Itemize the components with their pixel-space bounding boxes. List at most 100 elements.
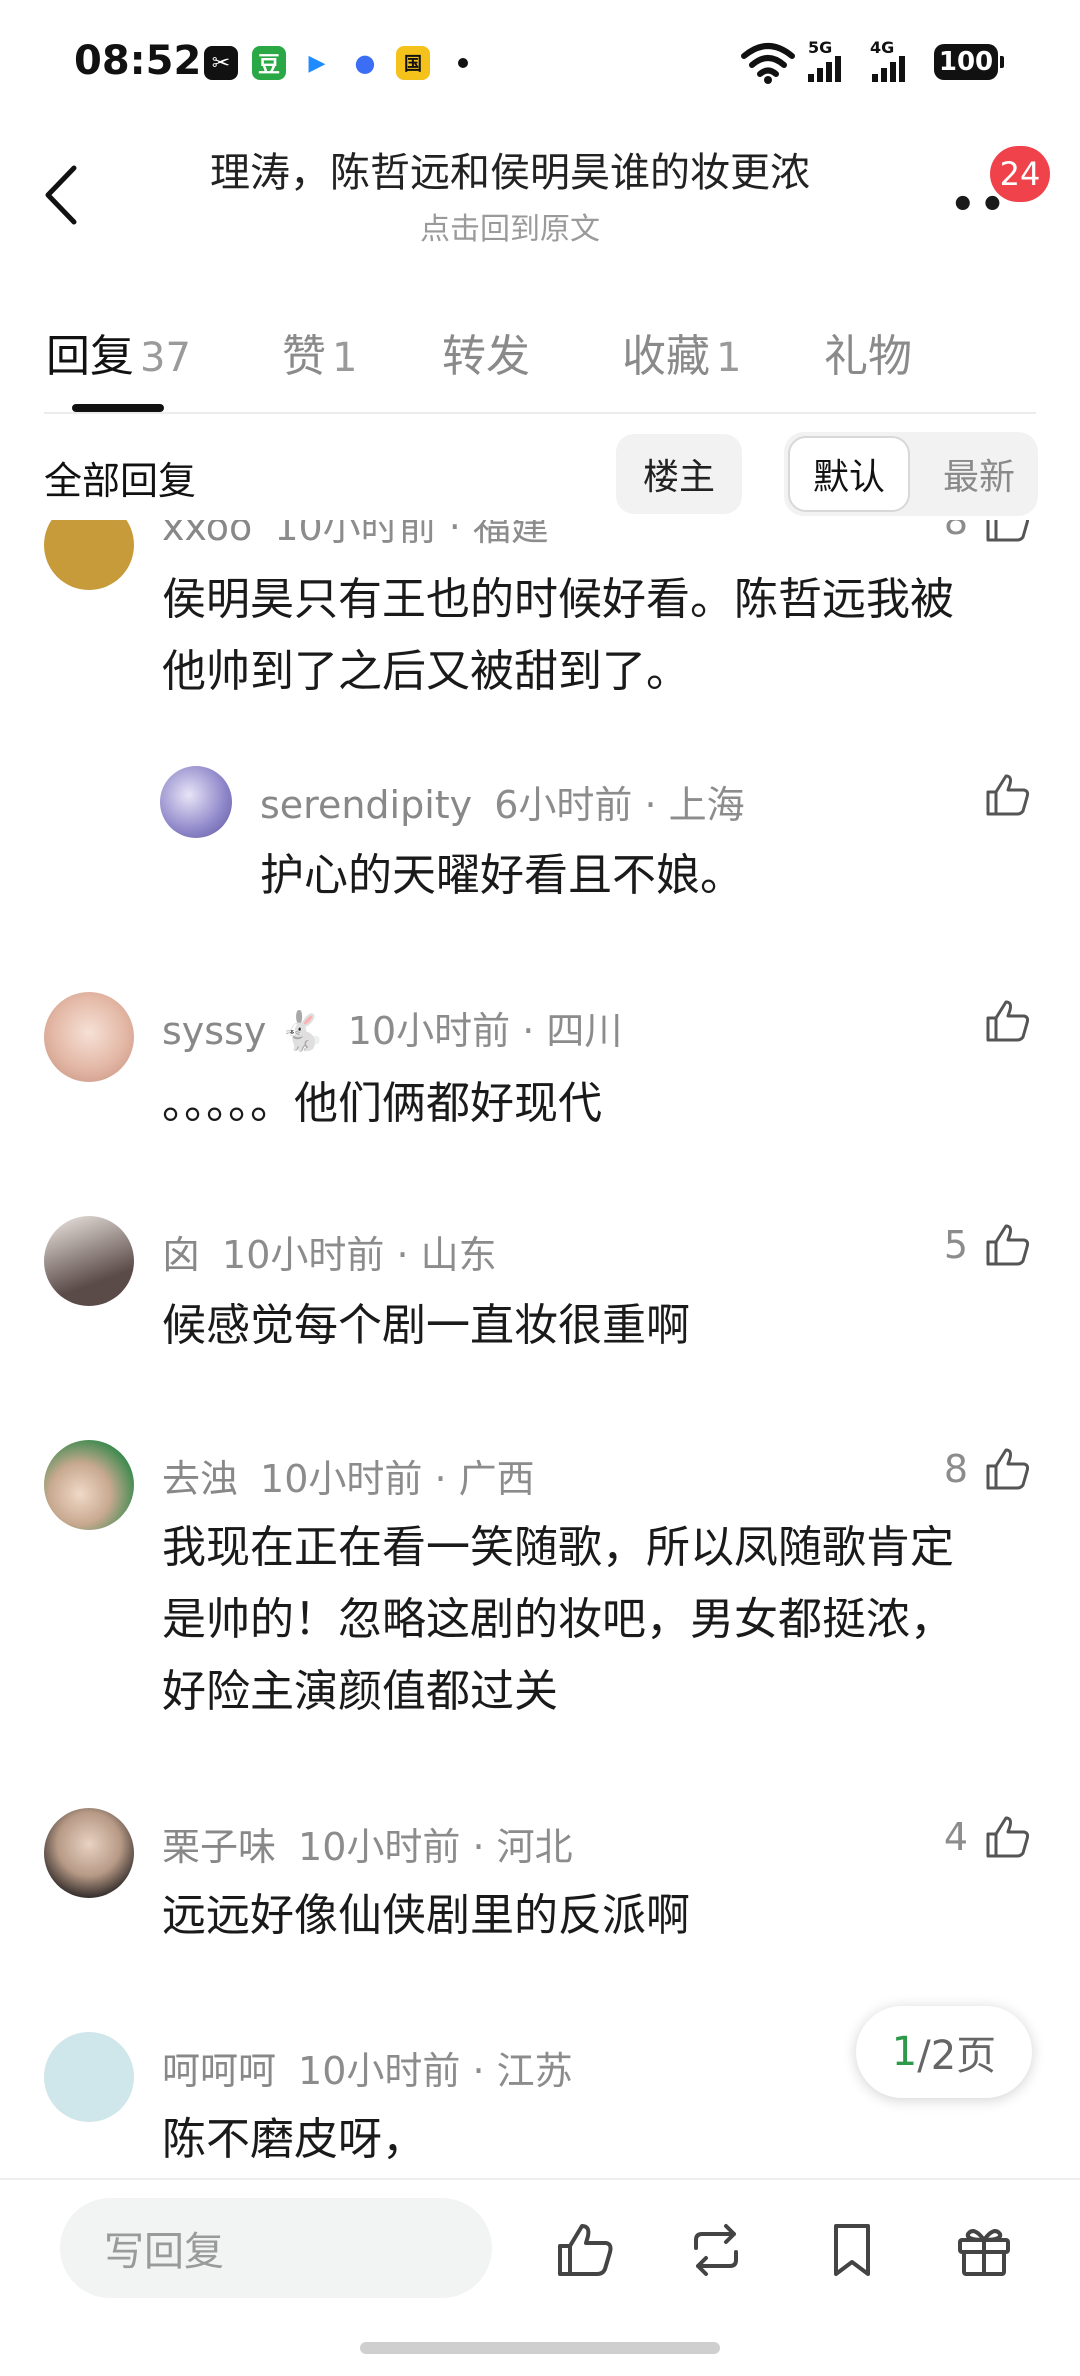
comment-text: 我现在正在看一笑随歌，所以凤随歌肯定 是帅的！忽略这剧的妆吧，男女都挺浓， 好险… xyxy=(162,1512,1042,1728)
thumbs-up-icon[interactable] xyxy=(982,996,1032,1046)
tab-favorites[interactable]: 收藏 1 xyxy=(622,320,741,384)
repost-icon[interactable] xyxy=(684,2218,748,2282)
comment-text: 远远好像仙侠剧里的反派啊 xyxy=(162,1880,1042,1952)
comment-line: 候感觉每个剧一直妆很重啊 xyxy=(162,1300,690,1351)
like-control[interactable]: 8 xyxy=(944,1444,1032,1494)
comment-list[interactable]: xxoo 10小时前 · 福建 8 侯明昊只有王也的时候好看。陈哲远我被 他帅到了… xyxy=(0,520,1080,2180)
comment-time: 10小时前 xyxy=(260,1457,423,1501)
comment-line: 我现在正在看一笑随歌，所以凤随歌肯定 xyxy=(162,1522,954,1573)
comment-location: 福建 xyxy=(472,520,549,549)
like-count: 4 xyxy=(943,1815,968,1859)
comment-location: 广西 xyxy=(458,1457,535,1501)
like-control[interactable]: 8 xyxy=(944,520,1032,546)
avatar[interactable] xyxy=(44,1440,134,1530)
post-title[interactable]: 理涛，陈哲远和侯明昊谁的妆更浓 xyxy=(140,140,880,198)
sort-default-button[interactable]: 默认 xyxy=(788,436,910,512)
signal-4g-icon xyxy=(872,56,905,82)
bottom-divider xyxy=(0,2178,1080,2180)
gift-icon[interactable] xyxy=(952,2218,1016,2282)
baidu-icon: ● xyxy=(348,46,382,80)
comment-time: 10小时前 xyxy=(274,520,437,549)
tab-replies-count: 37 xyxy=(140,335,191,381)
comment-text: 陈不磨皮呀， xyxy=(162,2104,1042,2176)
comment-text: 。。。。。他们俩都好现代 xyxy=(162,1068,1042,1140)
comment-line: 他帅到了之后又被甜到了。 xyxy=(162,646,690,697)
username[interactable]: xxoo xyxy=(162,520,252,549)
avatar[interactable] xyxy=(44,1216,134,1306)
avatar[interactable] xyxy=(44,520,134,590)
avatar[interactable] xyxy=(44,992,134,1082)
current-page: 1 xyxy=(891,2029,918,2075)
tab-divider xyxy=(44,412,1036,414)
thumbs-up-icon[interactable] xyxy=(982,520,1032,546)
thumbs-up-icon[interactable] xyxy=(982,1444,1032,1494)
comment-line: 侯明昊只有王也的时候好看。陈哲远我被 xyxy=(162,574,954,625)
back-to-post-link[interactable]: 点击回到原文 xyxy=(140,204,880,248)
sort-newest-button[interactable]: 最新 xyxy=(924,436,1034,512)
notification-badge[interactable]: 24 xyxy=(990,146,1050,202)
thumbs-up-icon[interactable] xyxy=(982,1220,1032,1270)
page-indicator[interactable]: 1/2页 xyxy=(856,2006,1032,2098)
username[interactable]: 囟 xyxy=(162,1233,200,1277)
comment-time: 10小时前 xyxy=(222,1233,385,1277)
notification-dot-icon xyxy=(458,58,468,68)
like-control[interactable]: 4 xyxy=(944,1812,1032,1862)
comment-meta: 去浊 10小时前 · 广西 xyxy=(162,1457,535,1501)
comment-meta: serendipity 6小时前 · 上海 xyxy=(260,783,745,827)
like-post-icon[interactable] xyxy=(552,2218,616,2282)
network-4g-label: 4G xyxy=(870,38,895,57)
tab-gifts[interactable]: 礼物 xyxy=(824,320,912,384)
tab-likes[interactable]: 赞1 xyxy=(282,320,357,384)
tab-favorites-count: 1 xyxy=(716,335,742,381)
comment-location: 山东 xyxy=(420,1233,497,1277)
tab-favorites-label: 收藏 xyxy=(622,331,710,382)
tab-gifts-label: 礼物 xyxy=(824,331,912,382)
comment-text: 侯明昊只有王也的时候好看。陈哲远我被 他帅到了之后又被甜到了。 xyxy=(162,564,1042,708)
username[interactable]: syssy 🐇 xyxy=(162,1009,326,1053)
thumbs-up-icon[interactable] xyxy=(982,1812,1032,1862)
tab-replies-label: 回复 xyxy=(46,331,134,382)
tab-likes-label: 赞 xyxy=(282,331,326,382)
active-tab-indicator xyxy=(72,404,164,412)
like-control[interactable] xyxy=(982,770,1032,820)
bookmark-icon[interactable] xyxy=(820,2218,884,2282)
tab-reposts[interactable]: 转发 xyxy=(442,320,530,384)
home-indicator[interactable] xyxy=(360,2342,720,2354)
comment-meta: 栗子味 10小时前 · 河北 xyxy=(162,1825,573,1869)
like-count: 8 xyxy=(943,1447,968,1491)
avatar[interactable] xyxy=(44,2032,134,2122)
username[interactable]: 去浊 xyxy=(162,1457,238,1501)
comment-time: 10小时前 xyxy=(347,1009,511,1053)
like-count: 5 xyxy=(943,1223,968,1267)
comment-meta: 呵呵呵 10小时前 · 江苏 xyxy=(162,2049,573,2093)
comment-text: 候感觉每个剧一直妆很重啊 xyxy=(162,1290,1042,1362)
like-control[interactable] xyxy=(982,996,1032,1046)
owner-filter-button[interactable]: 楼主 xyxy=(616,434,742,514)
username[interactable]: 栗子味 xyxy=(162,1825,276,1869)
username[interactable]: 呵呵呵 xyxy=(162,2049,276,2093)
tab-likes-count: 1 xyxy=(332,335,358,381)
thumbs-up-icon[interactable] xyxy=(982,770,1032,820)
comment-location: 四川 xyxy=(546,1009,623,1053)
tab-replies[interactable]: 回复 37 xyxy=(46,320,191,384)
like-control[interactable]: 5 xyxy=(944,1220,1032,1270)
game-app-icon: 国 xyxy=(396,46,430,80)
back-button[interactable] xyxy=(36,160,86,230)
status-time: 08:52 xyxy=(74,38,202,84)
comment-line: 是帅的！忽略这剧的妆吧，男女都挺浓， xyxy=(162,1594,954,1645)
network-5g-label: 5G xyxy=(808,38,833,57)
avatar[interactable] xyxy=(160,766,232,838)
comment-time: 10小时前 xyxy=(298,1825,461,1869)
comment-location: 河北 xyxy=(496,1825,573,1869)
comment-line: 。。。。。他们俩都好现代 xyxy=(162,1078,602,1129)
comment-line: 好险主演颜值都过关 xyxy=(162,1666,558,1717)
wifi-icon xyxy=(741,43,795,84)
comment-time: 6小时前 xyxy=(494,783,633,827)
avatar[interactable] xyxy=(44,1808,134,1898)
comment-meta: xxoo 10小时前 · 福建 xyxy=(162,520,549,551)
reply-input[interactable]: 写回复 xyxy=(60,2198,492,2298)
capcut-icon: ✂ xyxy=(204,46,238,80)
username[interactable]: serendipity xyxy=(260,783,472,827)
battery-indicator: 100 xyxy=(934,44,1004,80)
total-pages: /2页 xyxy=(917,2033,997,2079)
